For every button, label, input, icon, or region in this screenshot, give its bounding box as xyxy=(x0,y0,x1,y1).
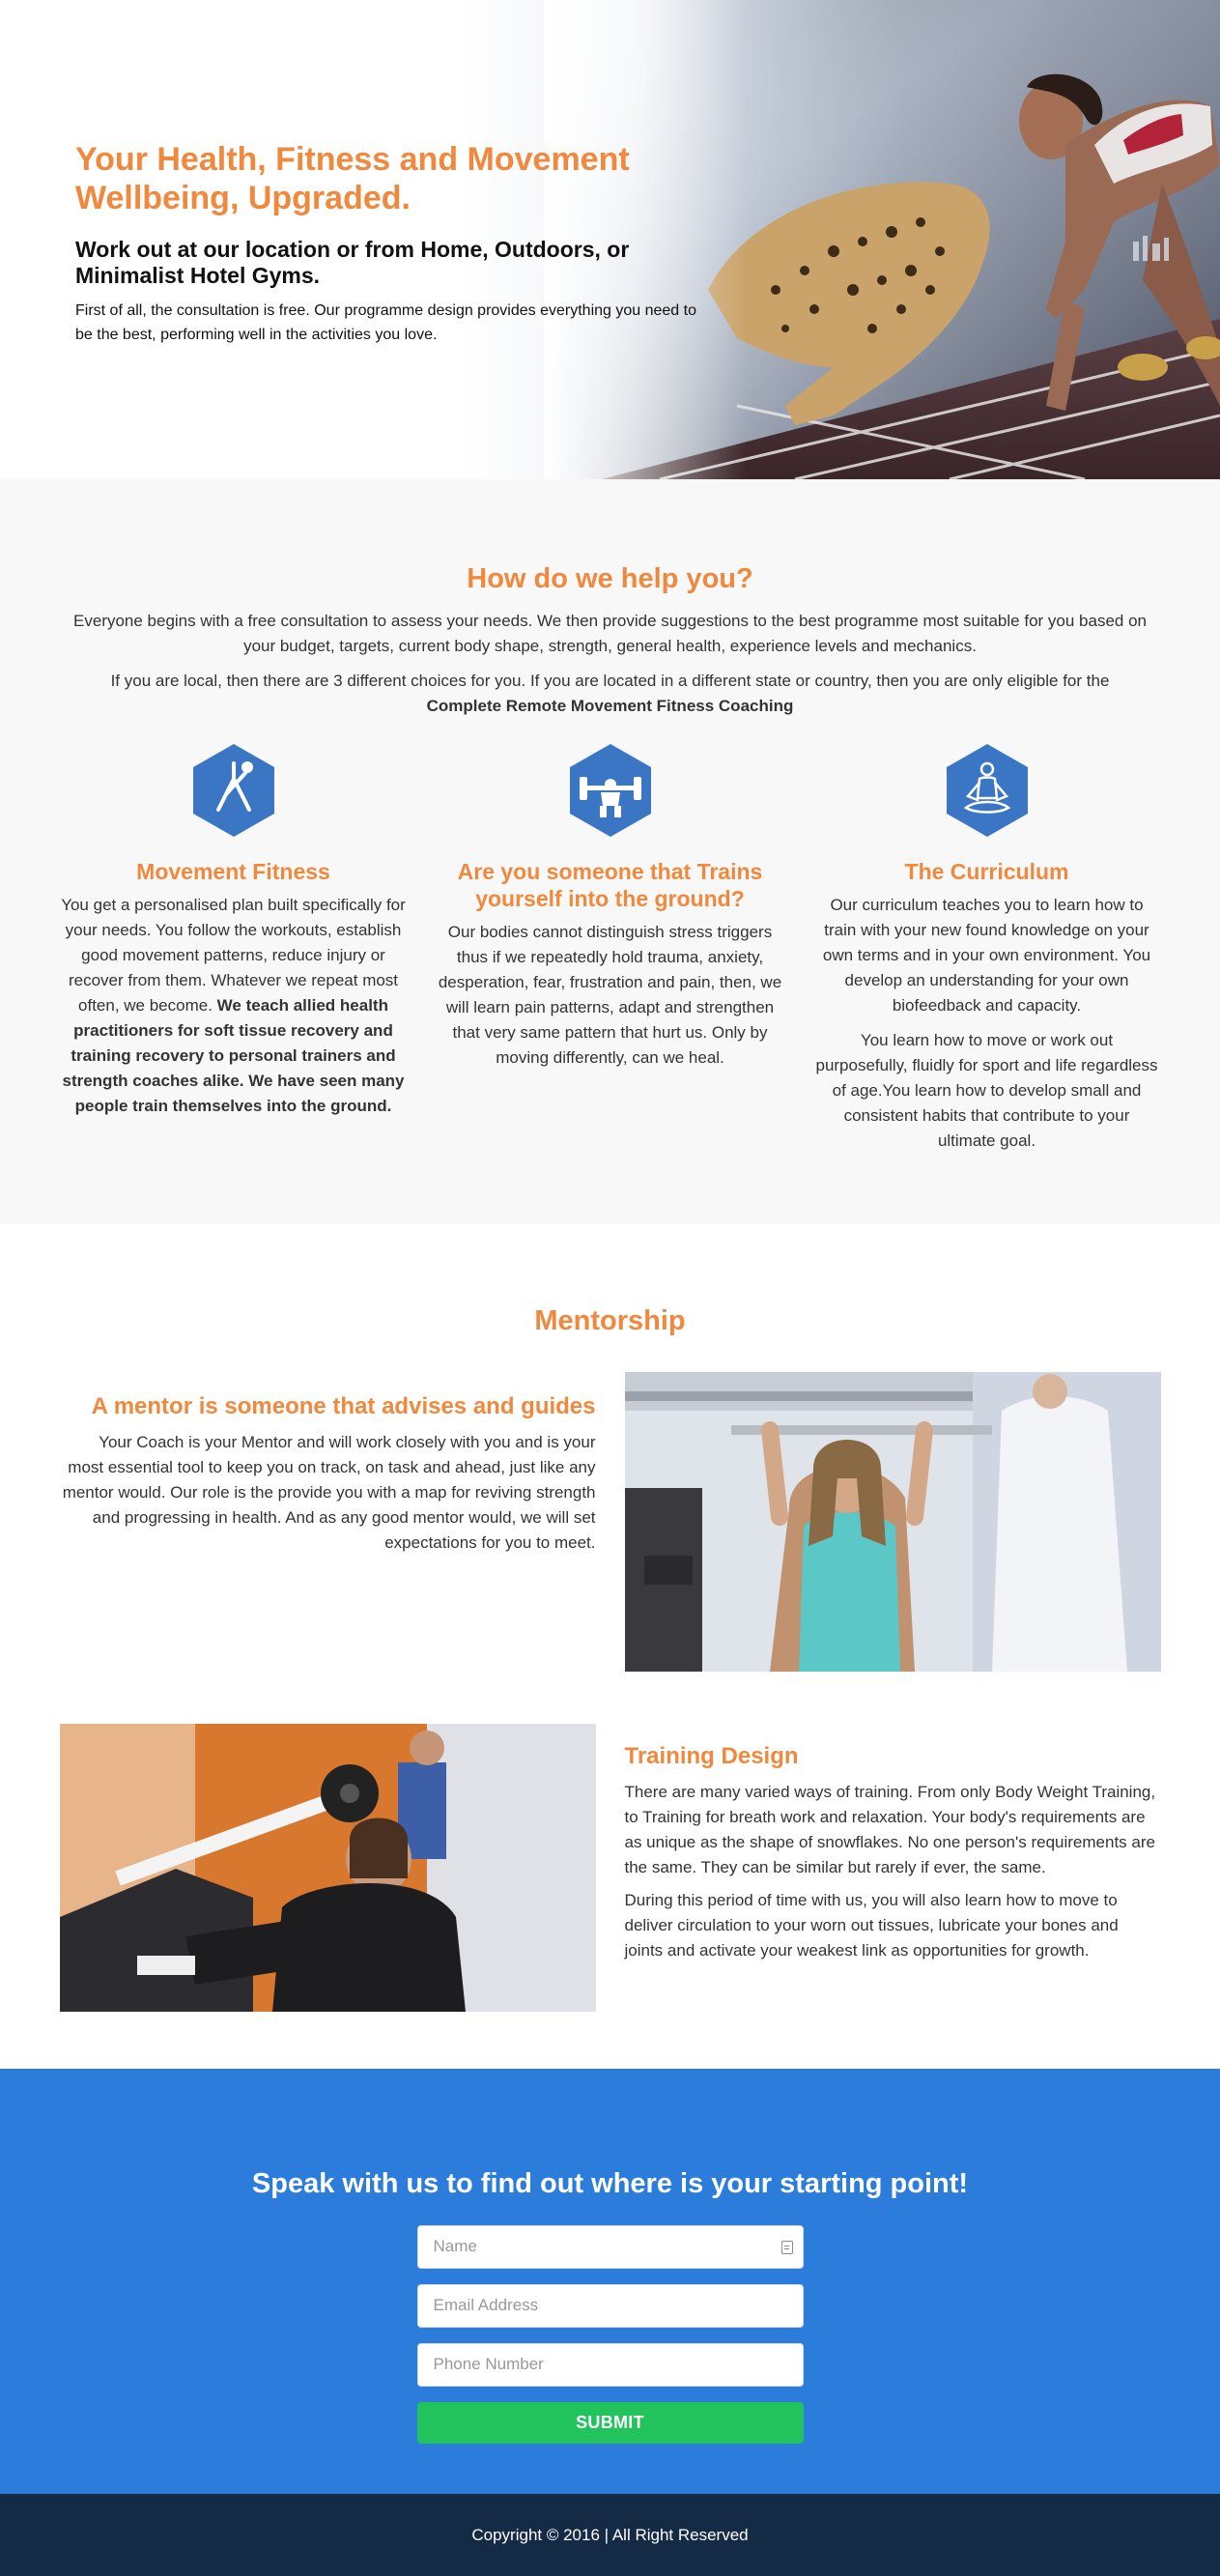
help-intro-text: Everyone begins with a free consultation… xyxy=(73,611,1147,655)
col-text-curriculum-2: You learn how to move or work out purpos… xyxy=(815,1030,1158,1150)
mentor-row: A mentor is someone that advises and gui… xyxy=(60,1371,1161,1672)
help-section: How do we help you? Everyone begins with… xyxy=(0,479,1220,1223)
training-block-title: Training Design xyxy=(624,1742,799,1769)
col-title-trains-into-ground: Are you someone that Trains yourself int… xyxy=(457,858,763,911)
col-text-trains-into-ground: Our bodies cannot distinguish stress tri… xyxy=(438,922,782,1067)
hero-subtitle: Work out at our location or from Home, O… xyxy=(75,237,630,288)
meditation-icon xyxy=(946,743,1028,837)
copyright-text: Copyright © 2016 | All Right Reserved xyxy=(471,2525,749,2544)
help-local-note-bold: Complete Remote Movement Fitness Coachin… xyxy=(426,696,794,715)
name-field-wrapper xyxy=(416,2224,804,2269)
contact-card-icon xyxy=(780,2240,793,2254)
help-intro: Everyone begins with a free consultation… xyxy=(60,609,1161,719)
email-input[interactable] xyxy=(417,2284,803,2327)
phone-field-wrapper xyxy=(416,2342,804,2387)
mentor-block-text: Your Coach is your Mentor and will work … xyxy=(62,1432,596,1552)
col-title-curriculum: The Curriculum xyxy=(904,858,1069,884)
contact-section: Speak with us to find out where is your … xyxy=(0,2069,1220,2494)
col-text-movement-fitness: You get a personalised plan built specif… xyxy=(60,893,408,1119)
mentorship-title: Mentorship xyxy=(534,1305,686,1336)
mentor-block-title: A mentor is someone that advises and gui… xyxy=(91,1392,596,1419)
email-field-wrapper xyxy=(416,2283,804,2328)
contact-title: Speak with us to find out where is your … xyxy=(251,2168,969,2199)
footer: Copyright © 2016 | All Right Reserved xyxy=(0,2494,1220,2576)
name-input[interactable] xyxy=(417,2225,803,2268)
submit-button[interactable]: SUBMIT xyxy=(416,2401,804,2444)
phone-input[interactable] xyxy=(417,2343,803,2386)
help-local-note: If you are local, then there are 3 diffe… xyxy=(60,669,1161,719)
help-column-curriculum: The Curriculum Our curriculum teaches yo… xyxy=(813,742,1161,1163)
yoga-pose-icon xyxy=(192,743,274,837)
help-columns: Movement Fitness You get a personalised … xyxy=(60,742,1161,1163)
training-block-text-2: During this period of time with us, you … xyxy=(624,1890,1119,1960)
col-title-movement-fitness: Movement Fitness xyxy=(136,858,330,884)
hero-section: Your Health, Fitness and Movement Wellbe… xyxy=(0,0,1220,479)
mentor-gym-photo xyxy=(624,1371,1161,1672)
contact-form: SUBMIT xyxy=(416,2224,804,2444)
training-gym-photo xyxy=(59,1723,596,2012)
mentorship-section: Mentorship A mentor is someone that advi… xyxy=(0,1223,1220,2069)
help-title: How do we help you? xyxy=(467,563,753,594)
col-text-curriculum: Our curriculum teaches you to learn how … xyxy=(822,895,1151,1015)
training-text-block: Training Design There are many varied wa… xyxy=(625,1724,1161,2014)
hero-text-block: Your Health, Fitness and Movement Wellbe… xyxy=(75,140,713,347)
hero-description: First of all, the consultation is free. … xyxy=(75,302,696,343)
help-column-trains-into-ground: Are you someone that Trains yourself int… xyxy=(437,742,784,1163)
hero-title: Your Health, Fitness and Movement Wellbe… xyxy=(75,141,630,216)
help-local-note-text: If you are local, then there are 3 diffe… xyxy=(110,671,1110,690)
mentor-text-block: A mentor is someone that advises and gui… xyxy=(60,1372,596,1672)
training-block-text: There are many varied ways of training. … xyxy=(624,1782,1156,1876)
help-column-movement-fitness: Movement Fitness You get a personalised … xyxy=(60,742,408,1163)
training-row: Training Design There are many varied wa… xyxy=(59,1723,1161,2014)
weightlifter-icon xyxy=(569,743,651,837)
